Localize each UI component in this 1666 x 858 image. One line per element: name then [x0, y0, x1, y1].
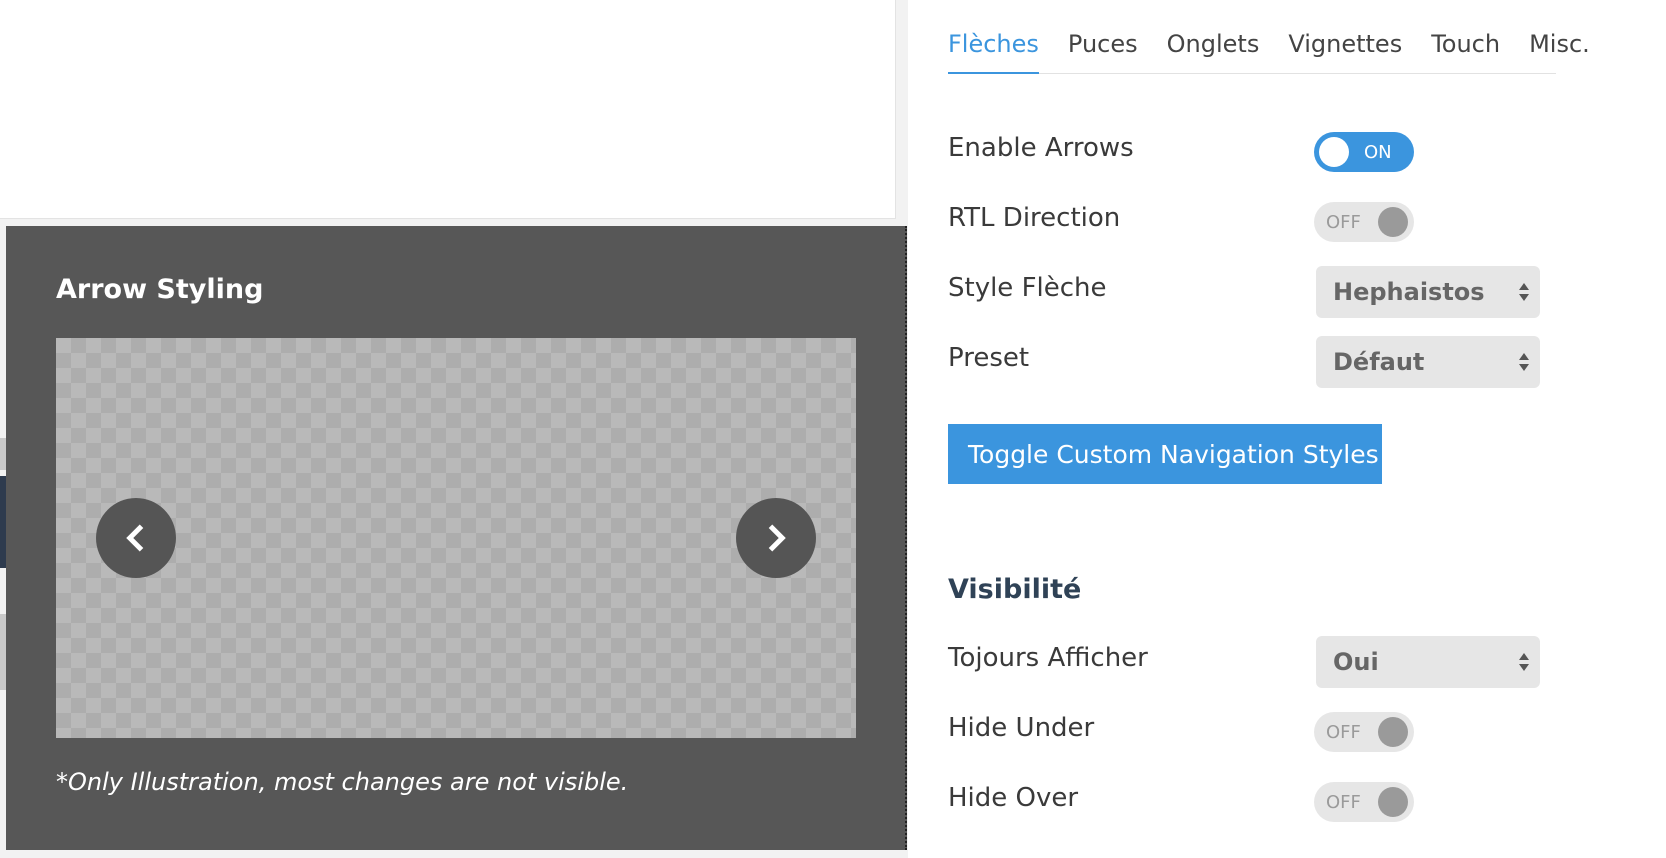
settings-tabs: Flèches Puces Onglets Vignettes Touch Mi… [948, 0, 1590, 74]
toggle-custom-nav-styles-button[interactable]: Toggle Custom Navigation Styles [948, 424, 1382, 484]
tab-fleches[interactable]: Flèches [948, 0, 1039, 74]
preview-canvas [56, 338, 856, 738]
arrow-style-select[interactable]: Hephaistos [1316, 266, 1540, 318]
toggle-state-label: OFF [1326, 792, 1361, 813]
tab-onglets[interactable]: Onglets [1167, 0, 1260, 74]
tab-vignettes[interactable]: Vignettes [1288, 0, 1402, 74]
hide-over-toggle[interactable]: OFF [1314, 782, 1414, 822]
always-show-select[interactable]: Oui [1316, 636, 1540, 688]
preset-value: Défaut [1333, 348, 1425, 376]
enable-arrows-toggle[interactable]: ON [1314, 132, 1414, 172]
toggle-state-label: OFF [1326, 722, 1361, 743]
toggle-knob [1378, 787, 1408, 817]
enable-arrows-label: Enable Arrows [948, 133, 1134, 163]
toggle-knob [1378, 207, 1408, 237]
preset-select[interactable]: Défaut [1316, 336, 1540, 388]
hide-under-toggle[interactable]: OFF [1314, 712, 1414, 752]
arrow-style-value: Hephaistos [1333, 278, 1485, 306]
chevron-left-icon [126, 524, 144, 552]
select-caret-icon [1519, 653, 1529, 671]
always-show-value: Oui [1333, 648, 1379, 676]
settings-panel: Flèches Puces Onglets Vignettes Touch Mi… [908, 0, 1666, 858]
preview-next-arrow[interactable] [736, 498, 816, 578]
select-caret-icon [1519, 283, 1529, 301]
toggle-state-label: ON [1364, 142, 1392, 163]
toggle-knob [1319, 137, 1349, 167]
visibility-heading: Visibilité [948, 574, 1082, 605]
rtl-direction-label: RTL Direction [948, 203, 1121, 233]
always-show-label: Tojours Afficher [948, 643, 1148, 673]
preview-title: Arrow Styling [56, 274, 264, 305]
hide-over-label: Hide Over [948, 783, 1079, 813]
preview-note: *Only Illustration, most changes are not… [56, 768, 629, 796]
arrow-preview-panel: Arrow Styling *Only Illustration, most c… [6, 226, 907, 850]
rtl-direction-toggle[interactable]: OFF [1314, 202, 1414, 242]
chevron-right-icon [768, 524, 786, 552]
hide-under-label: Hide Under [948, 713, 1095, 743]
tab-puces[interactable]: Puces [1068, 0, 1138, 74]
toggle-state-label: OFF [1326, 212, 1361, 233]
toggle-knob [1378, 717, 1408, 747]
arrow-style-label: Style Flèche [948, 273, 1107, 303]
tab-touch[interactable]: Touch [1431, 0, 1500, 74]
preview-prev-arrow[interactable] [96, 498, 176, 578]
tab-misc[interactable]: Misc. [1529, 0, 1590, 74]
select-caret-icon [1519, 353, 1529, 371]
preset-label: Preset [948, 343, 1030, 373]
content-card [0, 0, 896, 219]
